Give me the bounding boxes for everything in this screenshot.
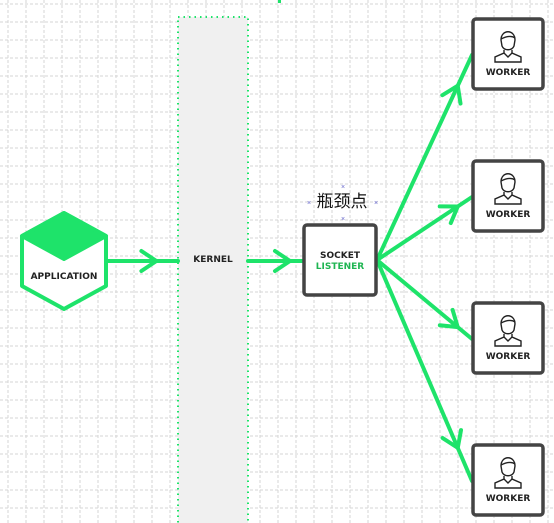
application-label: APPLICATION [31, 272, 98, 282]
handle-icon: × [341, 184, 345, 191]
worker-node: WORKER [471, 17, 545, 91]
edges [104, 53, 474, 483]
worker-node: WORKER [471, 443, 545, 517]
kernel-label: KERNEL [193, 255, 233, 265]
worker-label: WORKER [486, 68, 531, 78]
worker-node: WORKER [471, 301, 545, 375]
diagram-canvas: KERNEL APPLICATION SOCKET LISTENER 瓶颈点 ×… [0, 0, 554, 523]
diagram: KERNEL APPLICATION SOCKET LISTENER 瓶颈点 ×… [0, 0, 554, 523]
listener-label: LISTENER [316, 262, 365, 272]
handle-icon: × [374, 200, 378, 207]
socket-label: SOCKET [320, 251, 361, 261]
handle-icon: × [341, 216, 345, 223]
kernel-box [177, 16, 249, 523]
worker-box [471, 301, 545, 375]
application-node: APPLICATION [20, 211, 108, 311]
worker-box [471, 443, 545, 517]
bottleneck-label: 瓶颈点 [317, 192, 368, 212]
socket-listener-node: SOCKET LISTENER [302, 223, 378, 297]
handle-icon: × [307, 200, 311, 207]
worker-node: WORKER [471, 159, 545, 233]
workers: WORKER WORKER WORKER WORKER [471, 17, 545, 517]
worker-box [471, 17, 545, 91]
worker-label: WORKER [486, 494, 531, 504]
bottleneck-annotation: 瓶颈点 × × × × [307, 184, 378, 223]
top-marker [278, 0, 281, 3]
arrow [104, 249, 180, 273]
worker-label: WORKER [486, 352, 531, 362]
worker-box [471, 159, 545, 233]
worker-label: WORKER [486, 210, 531, 220]
